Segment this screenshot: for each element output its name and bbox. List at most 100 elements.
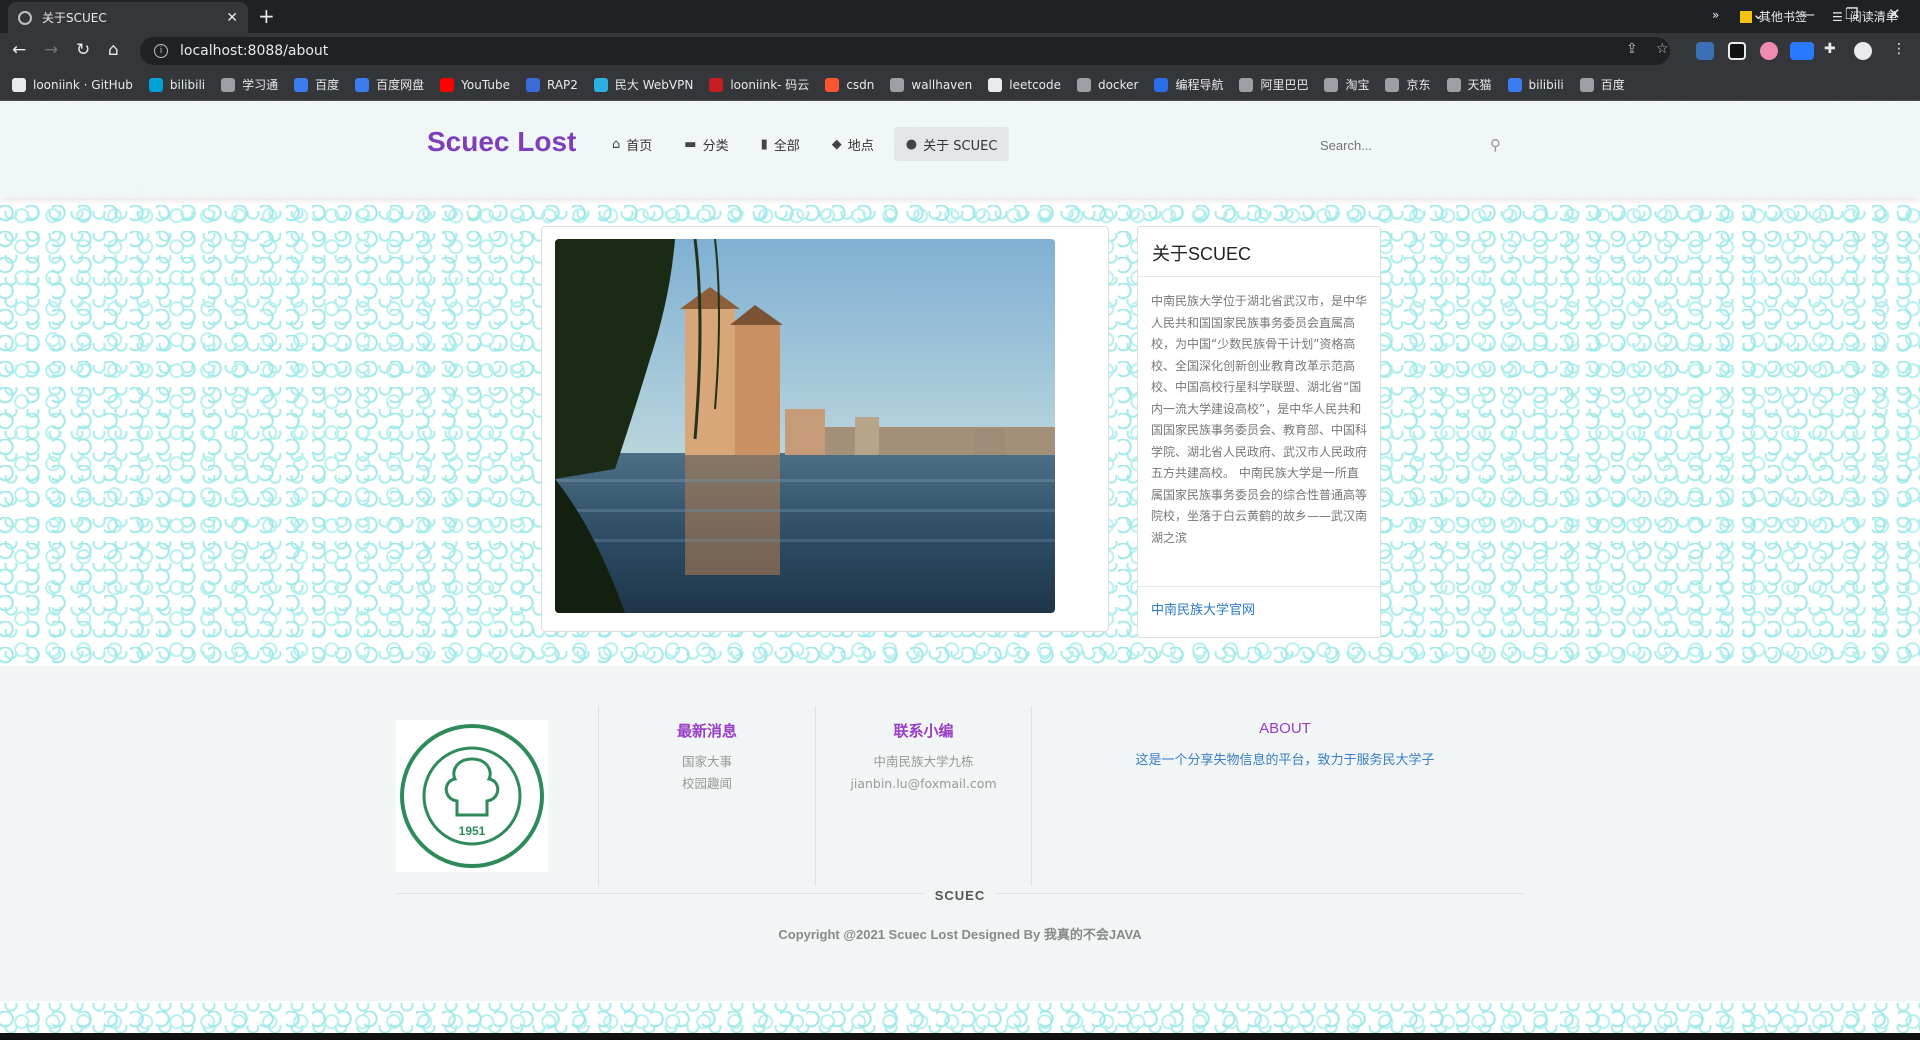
folder-icon: ▬ — [684, 136, 697, 152]
forward-icon[interactable]: → — [44, 40, 58, 60]
bookmark-label: 学习通 — [242, 78, 279, 92]
bookmark-favicon-icon — [1579, 77, 1594, 92]
bookmark-item[interactable]: 编程导航 — [1154, 76, 1223, 93]
nav-location[interactable]: ◆ 地点 — [820, 127, 886, 161]
bookmark-label: 编程导航 — [1175, 78, 1224, 92]
bookmark-item[interactable]: RAP2 — [525, 77, 578, 92]
nav-label: 全部 — [773, 138, 800, 154]
nav-label: 关于 SCUEC — [923, 138, 998, 154]
extension-icon[interactable] — [1790, 42, 1814, 60]
tab-favicon-icon — [18, 10, 32, 25]
bookmark-item[interactable]: 阿里巴巴 — [1239, 76, 1308, 93]
bookmark-item[interactable]: 百度网盘 — [355, 76, 424, 93]
site-header: Scuec Lost ⌂ 首页 ▬ 分类 ▮ 全部 ◆ 地点 ● 关于 SCUE… — [0, 101, 1920, 198]
footer-about: ABOUT 这是一个分享失物信息的平台，致力于服务民大学子 — [1032, 720, 1538, 768]
menu-kebab-icon[interactable]: ⋮ — [1892, 41, 1906, 57]
main-nav: ⌂ 首页 ▬ 分类 ▮ 全部 ◆ 地点 ● 关于 SCUEC — [600, 127, 1017, 161]
home-icon: ⌂ — [612, 136, 621, 152]
bookmark-item[interactable]: 百度 — [294, 76, 339, 93]
back-icon[interactable]: ← — [12, 40, 26, 60]
search-input[interactable] — [1320, 137, 1480, 153]
new-tab-icon[interactable]: + — [258, 4, 275, 28]
nav-about[interactable]: ● 关于 SCUEC — [893, 127, 1010, 161]
site-logo[interactable]: Scuec Lost — [427, 126, 576, 158]
bookmark-favicon-icon — [709, 77, 724, 92]
bookmark-label: bilibili — [1528, 77, 1564, 92]
nav-category[interactable]: ▬ 分类 — [672, 127, 740, 161]
bookmark-favicon-icon — [890, 77, 905, 92]
folder-icon — [1740, 10, 1752, 23]
bookmark-favicon-icon — [1507, 77, 1522, 92]
nav-home[interactable]: ⌂ 首页 — [600, 127, 664, 161]
reload-icon[interactable]: ↻ — [76, 40, 90, 60]
bookmark-favicon-icon — [593, 77, 608, 92]
nav-all[interactable]: ▮ 全部 — [749, 127, 812, 161]
bookmark-label: 民大 WebVPN — [614, 78, 694, 92]
bookmark-favicon-icon — [294, 77, 309, 92]
contact-address: 中南民族大学九栋 — [873, 754, 974, 769]
footer-about-text: 这是一个分享失物信息的平台，致力于服务民大学子 — [1135, 753, 1435, 768]
bookmark-favicon-icon — [1077, 77, 1092, 92]
bookmark-item[interactable]: 民大 WebVPN — [593, 76, 694, 93]
bookmark-label: YouTube — [461, 77, 510, 92]
bookmark-item[interactable]: looniink · GitHub — [12, 77, 133, 92]
bookmark-item[interactable]: 淘宝 — [1324, 76, 1369, 93]
bookmark-item[interactable]: csdn — [825, 77, 874, 92]
site-footer: 1951 最新消息 国家大事 校园趣闻 联系小编 中南民族大学九栋 jianbi… — [0, 666, 1920, 1001]
search-icon[interactable]: ⚲ — [1490, 136, 1501, 154]
extension-icon[interactable] — [1760, 42, 1778, 60]
contact-email[interactable]: jianbin.lu@foxmail.com — [816, 773, 1031, 795]
news-item[interactable]: 校园趣闻 — [599, 773, 815, 795]
extension-icon[interactable] — [1728, 42, 1746, 60]
official-site-link[interactable]: 中南民族大学官网 — [1138, 587, 1380, 630]
extensions-puzzle-icon[interactable]: ✚ — [1824, 41, 1836, 57]
bookmark-item[interactable]: bilibili — [1507, 77, 1564, 92]
bookmark-item[interactable]: docker — [1077, 77, 1139, 92]
bookmark-item[interactable]: looniink- 码云 — [709, 76, 809, 93]
seal-year: 1951 — [459, 824, 486, 838]
bookmark-item[interactable]: leetcode — [988, 77, 1061, 92]
address-bar[interactable]: i localhost:8088/about — [140, 37, 1670, 65]
profile-avatar-icon[interactable] — [1854, 42, 1872, 60]
tags-icon: ◆ — [831, 136, 842, 152]
copyright-text: Copyright @2021 Scuec Lost Designed By 我… — [778, 927, 1142, 942]
bookmark-favicon-icon — [525, 77, 540, 92]
bookmark-star-icon[interactable]: ☆ — [1656, 41, 1669, 57]
bookmark-favicon-icon — [1324, 77, 1339, 92]
bookmark-item[interactable]: 学习通 — [221, 76, 278, 93]
page-viewport: Scuec Lost ⌂ 首页 ▬ 分类 ▮ 全部 ◆ 地点 ● 关于 SCUE… — [0, 101, 1920, 1033]
bookmark-item[interactable]: 京东 — [1385, 76, 1431, 93]
browser-tabstrip: 关于SCUEC ✕ + ⌄ — ❐ ✕ — [0, 0, 1920, 33]
bookmark-item[interactable]: bilibili — [148, 77, 205, 92]
bookmark-item[interactable]: YouTube — [440, 77, 510, 92]
bookmark-favicon-icon — [440, 77, 455, 92]
about-text: 中南民族大学位于湖北省武汉市，是中华人民共和国国家民族事务委员会直属高校，为中国… — [1138, 277, 1380, 587]
bookmark-item[interactable]: wallhaven — [890, 77, 973, 92]
bookmark-label: wallhaven — [911, 77, 973, 92]
bookmark-label: 阿里巴巴 — [1260, 78, 1309, 92]
close-tab-icon[interactable]: ✕ — [226, 10, 238, 26]
site-info-icon[interactable]: i — [154, 44, 168, 58]
other-bookmarks[interactable]: 其他书签 — [1740, 8, 1807, 25]
nav-label: 地点 — [847, 138, 874, 154]
reading-list-icon: ☰ — [1832, 9, 1843, 24]
reading-list[interactable]: ☰ 阅读清单 — [1832, 8, 1898, 25]
home-icon[interactable]: ⌂ — [108, 40, 119, 60]
contact-heading: 联系小编 — [893, 723, 954, 740]
bookmark-label: looniink- 码云 — [730, 78, 810, 92]
footer-contact: 联系小编 中南民族大学九栋 jianbin.lu@foxmail.com — [815, 706, 1032, 886]
more-bookmarks-icon[interactable]: » — [1712, 8, 1719, 22]
bookmark-label: docker — [1098, 77, 1139, 92]
bookmark-favicon-icon — [1154, 77, 1169, 92]
bookmark-item[interactable]: 百度 — [1579, 76, 1625, 93]
url-text: localhost:8088/about — [180, 43, 329, 59]
extension-icon[interactable] — [1696, 42, 1714, 60]
bookmark-favicon-icon — [988, 77, 1003, 92]
browser-toolbar: ← → ↻ ⌂ i localhost:8088/about ⇪ ☆ ✚ ⋮ — [0, 33, 1920, 69]
user-icon: ● — [905, 136, 918, 152]
share-icon[interactable]: ⇪ — [1626, 41, 1638, 57]
news-item[interactable]: 国家大事 — [599, 751, 815, 773]
bookmark-item[interactable]: 天猫 — [1446, 76, 1492, 93]
browser-tab[interactable]: 关于SCUEC ✕ — [8, 2, 248, 33]
search-box: ⚲ — [1320, 131, 1520, 159]
